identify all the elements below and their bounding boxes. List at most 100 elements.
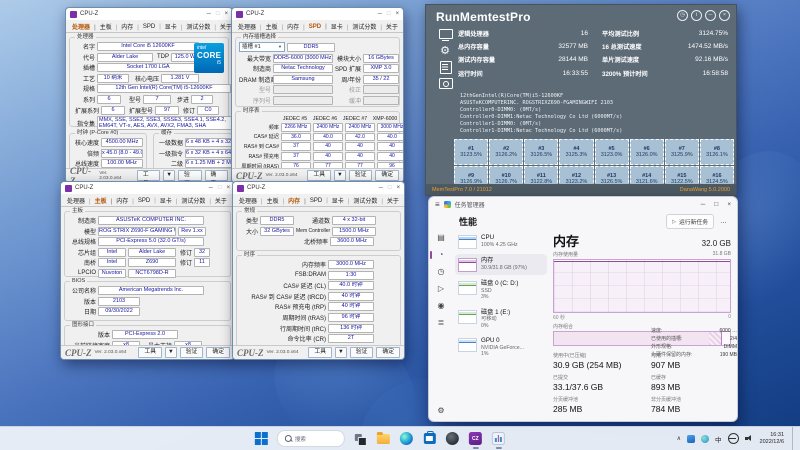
performance-list-item[interactable]: 磁盘 0 (C: D:) SSD 3% (455, 277, 547, 304)
start-button[interactable] (254, 431, 269, 446)
performance-list-item[interactable]: GPU 0 NVIDIA GeForce... 1% (455, 334, 547, 361)
settings-gear-icon[interactable]: ⚙ (438, 45, 453, 57)
tab-spd[interactable]: SPD (141, 24, 163, 30)
tab-graphics[interactable]: 显卡 (330, 196, 352, 205)
tab-processor[interactable]: 处理器 (236, 22, 264, 31)
camera-icon[interactable] (438, 77, 453, 89)
tools-dropdown[interactable]: ▼ (163, 170, 175, 181)
menu-icon[interactable]: ≡ (435, 200, 440, 209)
tab-mainboard[interactable]: 主板 (93, 196, 115, 205)
minimize-icon[interactable]: ─ (705, 10, 716, 21)
nav-performance-icon[interactable]: ◔ (437, 250, 446, 259)
app-button[interactable] (445, 431, 460, 446)
tab-graphics[interactable]: 显卡 (158, 196, 180, 205)
nav-details-icon[interactable]: ≣ (438, 318, 445, 327)
tab-graphics[interactable]: 显卡 (329, 22, 351, 31)
performance-list-item[interactable]: CPU 100% 4.25 GHz (455, 231, 547, 252)
tab-memory[interactable]: 内存 (114, 196, 136, 205)
more-options-button[interactable]: … (720, 218, 727, 225)
minimize-icon[interactable]: ─ (209, 182, 213, 194)
ok-button[interactable]: 确定 (375, 170, 399, 181)
tools-button[interactable]: 工具 (307, 170, 331, 181)
close-icon[interactable]: × (396, 182, 400, 194)
tray-app-icon-2[interactable] (701, 435, 709, 443)
validate-button[interactable]: 验证 (350, 347, 374, 358)
file-explorer-button[interactable] (376, 431, 391, 446)
show-desktop-button[interactable] (792, 427, 796, 450)
minimize-icon[interactable]: ─ (379, 182, 383, 194)
info-icon[interactable]: i (691, 10, 702, 21)
tray-app-icon-1[interactable] (687, 435, 695, 443)
tools-dropdown[interactable]: ▼ (165, 347, 177, 358)
tab-mainboard[interactable]: 主板 (265, 196, 287, 205)
tab-processor[interactable]: 处理器 (65, 196, 93, 205)
nav-processes-icon[interactable]: ▤ (437, 233, 445, 242)
report-icon[interactable] (438, 61, 453, 73)
ok-button[interactable]: 确定 (376, 347, 400, 358)
tab-memory[interactable]: 内存 (286, 196, 308, 205)
tools-button[interactable]: 工具 (137, 170, 160, 181)
titlebar[interactable]: ≡ 任务管理器 ─ □ × (429, 197, 737, 212)
close-icon[interactable]: × (719, 10, 730, 21)
close-icon[interactable]: × (224, 8, 228, 20)
tab-processor[interactable]: 处理器 (237, 196, 265, 205)
tab-processor[interactable]: 处理器 (70, 22, 98, 31)
edge-button[interactable] (399, 431, 414, 446)
timer-icon[interactable]: ◷ (677, 10, 688, 21)
cpuz-taskbar-button[interactable]: CZ (468, 431, 483, 446)
tab-mainboard[interactable]: 主板 (98, 22, 120, 31)
tab-spd[interactable]: SPD (308, 198, 330, 204)
store-button[interactable] (422, 431, 437, 446)
tab-memory[interactable]: 内存 (119, 22, 141, 31)
slot-select[interactable]: 插槽 #1▼ (239, 42, 285, 52)
tab-bench[interactable]: 测试分数 (179, 196, 213, 205)
titlebar[interactable]: CPU-Z ─□× (232, 8, 403, 20)
minimize-icon[interactable]: ─ (701, 201, 706, 208)
ok-button[interactable]: 确定 (206, 347, 230, 358)
tools-button[interactable]: 工具 (308, 347, 332, 358)
close-icon[interactable]: × (395, 8, 399, 20)
settings-gear-icon[interactable]: ⚙ (437, 406, 444, 415)
tools-dropdown[interactable]: ▼ (334, 170, 346, 181)
validate-button[interactable]: 验证 (180, 347, 204, 358)
performance-list-item[interactable]: 磁盘 1 (E:) 可移动 0% (455, 306, 547, 333)
tab-graphics[interactable]: 显卡 (163, 22, 185, 31)
validate-button[interactable]: 验证 (178, 170, 201, 181)
tab-bench[interactable]: 测试分数 (184, 22, 218, 31)
task-view-button[interactable] (353, 431, 368, 446)
nav-app-history-icon[interactable]: ◷ (438, 267, 445, 276)
tab-spd[interactable]: SPD (307, 24, 329, 30)
monitor-icon[interactable] (438, 29, 453, 41)
tools-dropdown[interactable]: ▼ (335, 347, 347, 358)
nav-startup-icon[interactable]: ▷ (438, 284, 444, 293)
titlebar[interactable]: CPU-Z ─□× (233, 182, 404, 194)
tab-mainboard[interactable]: 主板 (264, 22, 286, 31)
close-icon[interactable]: × (226, 182, 230, 194)
task-manager-taskbar-button[interactable] (491, 431, 506, 446)
titlebar[interactable]: RunMemtestPro ◷ i ─ × (426, 5, 736, 24)
tray-clock[interactable]: 16:31 2022/12/6 (760, 432, 784, 446)
tab-about[interactable]: 关于 (384, 22, 400, 31)
minimize-icon[interactable]: ─ (207, 8, 211, 20)
tools-button[interactable]: 工具 (138, 347, 162, 358)
tab-bench[interactable]: 测试分数 (350, 22, 384, 31)
close-icon[interactable]: × (727, 201, 731, 208)
tray-chevron-icon[interactable]: ∧ (677, 435, 681, 442)
tab-memory[interactable]: 内存 (285, 22, 307, 31)
titlebar[interactable]: CPU-Z ─□× (66, 8, 232, 20)
tab-about[interactable]: 关于 (385, 196, 401, 205)
minimize-icon[interactable]: ─ (378, 8, 382, 20)
ok-button[interactable]: 确定 (205, 170, 228, 181)
performance-list-item[interactable]: 内存 30.9/31.8 GB (97%) (455, 254, 547, 275)
tab-bench[interactable]: 测试分数 (351, 196, 385, 205)
nav-users-icon[interactable]: ◉ (438, 301, 445, 310)
ime-indicator[interactable]: 中 (715, 434, 722, 444)
network-icon[interactable] (728, 433, 739, 444)
tab-about[interactable]: 关于 (213, 196, 229, 205)
volume-icon[interactable] (745, 435, 754, 443)
taskbar-search[interactable]: 搜索 (277, 430, 345, 447)
tab-spd[interactable]: SPD (136, 198, 158, 204)
run-new-task-button[interactable]: 运行新任务 (666, 214, 714, 229)
titlebar[interactable]: CPU-Z ─□× (61, 182, 234, 194)
validate-button[interactable]: 验证 (349, 170, 373, 181)
